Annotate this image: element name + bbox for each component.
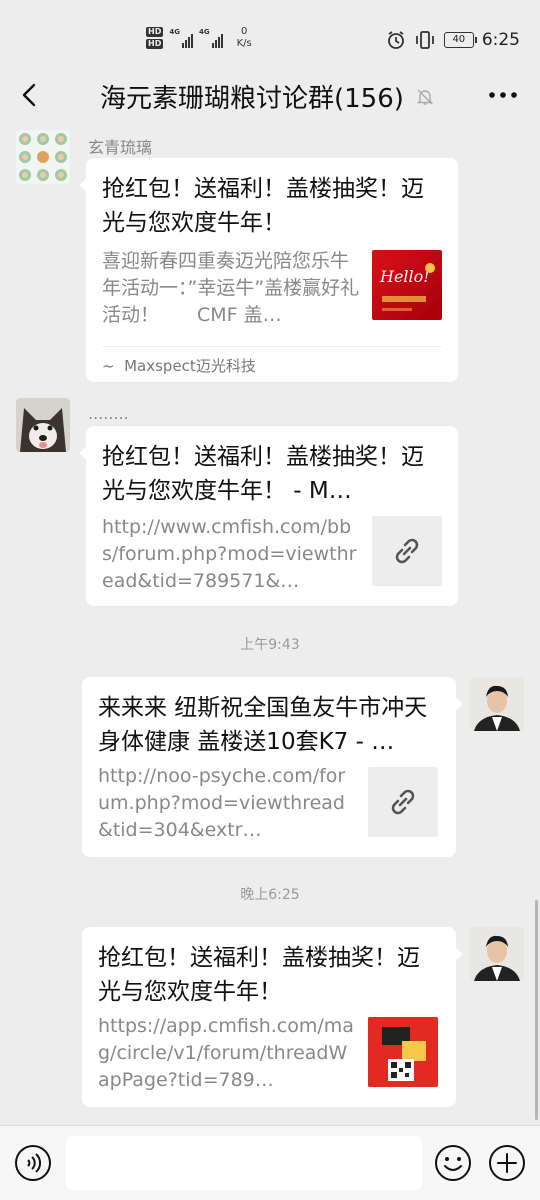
card-thumbnail: Hello!: [372, 250, 442, 320]
voice-input-icon[interactable]: [14, 1144, 52, 1182]
avatar[interactable]: [470, 927, 524, 981]
card-description: http://www.cmfish.com/bbs/forum.php?mod=…: [102, 516, 357, 592]
signal-icon: 4G: [169, 28, 193, 48]
scrollbar[interactable]: [535, 900, 538, 1120]
back-arrow-icon[interactable]: [14, 78, 48, 112]
group-name: 海元素珊瑚粮讨论群(156): [100, 84, 404, 114]
link-card[interactable]: 抢红包！送福利！盖楼抽奖！迈光与您欢度牛年！ https://app.cmfis…: [82, 927, 463, 1107]
sender-name: ........: [88, 404, 129, 423]
battery-icon: 40: [443, 32, 477, 48]
card-title: 抢红包！送福利！盖楼抽奖！迈光与您欢度牛年！ - M…: [102, 444, 424, 504]
avatar[interactable]: [16, 130, 70, 184]
timestamp: 上午9:43: [240, 637, 300, 653]
avatar[interactable]: [470, 677, 524, 731]
link-card[interactable]: 抢红包！送福利！盖楼抽奖！迈光与您欢度牛年！ 喜迎新春四重奏迈光陪您乐牛年活动一…: [79, 158, 458, 382]
link-card[interactable]: 来来来 纽斯祝全国鱼友牛市冲天 身体健康 盖楼送10套K7 - … http:/…: [82, 677, 463, 857]
svg-text:Hello!: Hello!: [379, 267, 430, 286]
plus-icon[interactable]: [488, 1144, 526, 1182]
vibrate-icon: [415, 31, 434, 49]
timestamp: 晚上6:25: [240, 887, 300, 903]
status-bar: HD HD 4G 4G 0 K/s 40 6:25: [0, 0, 540, 70]
more-options-icon[interactable]: [486, 80, 520, 110]
link-card[interactable]: 抢红包！送福利！盖楼抽奖！迈光与您欢度牛年！ - M… http://www.c…: [79, 426, 458, 606]
card-title: 来来来 纽斯祝全国鱼友牛市冲天 身体健康 盖楼送10套K7 - …: [98, 695, 428, 755]
card-description: https://app.cmfish.com/mag/circle/v1/for…: [98, 1015, 354, 1091]
card-description: http://noo-psyche.com/forum.php?mod=view…: [98, 765, 346, 841]
chat-header: 海元素珊瑚粮讨论群(156): [0, 70, 540, 120]
network-speed: 0 K/s: [236, 26, 252, 49]
message-list[interactable]: 玄青琉璃 抢红包！送福利！盖楼抽奖！迈光与您欢度牛年！ 喜迎新春四重奏迈光陪您乐…: [0, 120, 540, 1125]
card-title: 抢红包！送福利！盖楼抽奖！迈光与您欢度牛年！: [102, 176, 424, 236]
mute-bell-icon: [416, 89, 434, 105]
chat-title: 海元素珊瑚粮讨论群(156): [100, 78, 434, 115]
card-description: 喜迎新春四重奏迈光陪您乐牛年活动一：”幸运牛”盖楼赢好礼活动！ CMF 盖…: [102, 250, 360, 326]
input-bar: [0, 1125, 540, 1200]
clock: 6:25: [481, 30, 520, 50]
mini-program-icon: ~: [102, 357, 125, 375]
card-thumbnail: [368, 1017, 438, 1087]
alarm-icon: [387, 31, 404, 49]
signal-icon: 4G: [199, 28, 223, 48]
link-icon: [368, 767, 438, 837]
link-icon: [372, 516, 442, 586]
hd-icon: HD HD: [146, 27, 164, 49]
avatar[interactable]: [16, 398, 70, 452]
network-indicators: HD HD 4G 4G 0 K/s: [146, 26, 252, 50]
message-input[interactable]: [66, 1136, 422, 1190]
card-title: 抢红包！送福利！盖楼抽奖！迈光与您欢度牛年！: [98, 945, 420, 1005]
sender-name: 玄青琉璃: [88, 138, 153, 157]
emoji-icon[interactable]: [434, 1144, 472, 1182]
card-source: ~ Maxspect迈光科技: [102, 346, 442, 376]
